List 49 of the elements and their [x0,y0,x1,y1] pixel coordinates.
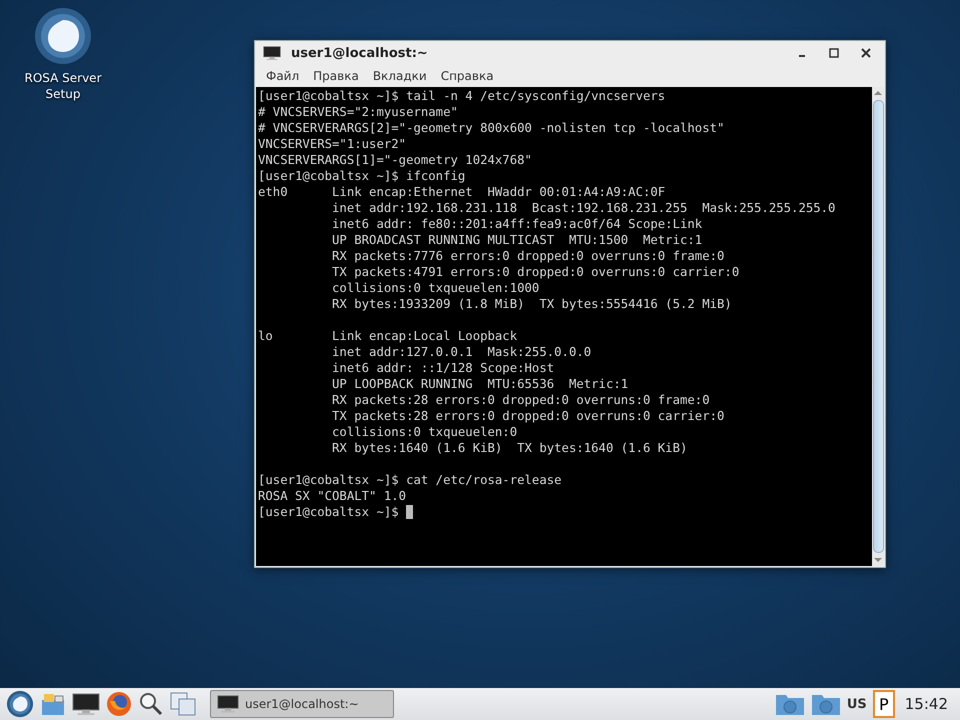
menu-item[interactable]: Справка [434,69,501,83]
terminal-line: lo Link encap:Local Loopback [258,328,518,344]
terminal-line: inet addr:192.168.231.118 Bcast:192.168.231.255 Mask:255.255.255.0 [331,200,836,216]
scroll-up-icon[interactable] [874,89,882,97]
taskbar-task-button[interactable]: user1@localhost:~ [210,690,394,718]
file-manager-icon[interactable] [40,692,66,716]
rosa-setup-icon[interactable] [33,6,93,66]
window-title: user1@localhost:~ [291,46,429,60]
menu-item[interactable]: Файл [259,69,306,83]
menu-item[interactable]: Вкладки [366,69,434,83]
terminal-line: UP LOOPBACK RUNNING MTU:65536 Metric:1 [331,376,628,392]
terminal-line: [user1@cobaltsx ~]$ tail -n 4 /etc/sysconfig/vncservers [258,88,666,104]
windows-icon[interactable] [170,692,196,716]
scroll-down-icon[interactable] [874,556,882,564]
terminal-line: RX packets:7776 errors:0 dropped:0 overruns:0 frame:0 [331,248,724,264]
menu-item[interactable]: Правка [306,69,366,83]
terminal-line: RX packets:28 errors:0 dropped:0 overruns:0 frame:0 [331,392,710,408]
terminal-launcher-icon[interactable] [72,692,100,716]
search-icon[interactable] [138,691,164,717]
terminal-line: VNCSERVERARGS[1]="-geometry 1024x768" [258,152,532,168]
terminal-icon [217,695,239,713]
terminal-line: [user1@cobaltsx ~]$ [258,504,399,520]
folder-icon[interactable] [810,692,841,716]
terminal-line: RX bytes:1933209 (1.8 MiB) TX bytes:5554416 (5.2 MiB) [331,296,732,312]
scrollbar[interactable] [872,87,884,566]
folder-icon[interactable] [774,692,805,716]
firefox-icon[interactable] [106,691,132,717]
terminal-line: inet addr:127.0.0.1 Mask:255.0.0.0 [331,344,592,360]
terminal-line: inet6 addr: ::1/128 Scope:Host [331,360,554,376]
terminal-line: [user1@cobaltsx ~]$ cat /etc/rosa-release [258,472,562,488]
terminal-line: ROSA SX "COBALT" 1.0 [258,488,406,504]
terminal-line: # VNCSERVERS="2:myusername" [258,104,458,120]
terminal-line: [user1@cobaltsx ~]$ ifconfig [258,168,466,184]
terminal-line: # VNCSERVERARGS[2]="-geometry 800x600 -nolisten tcp -localhost" [258,120,724,136]
terminal-line: RX bytes:1640 (1.6 KiB) TX bytes:1640 (1.6 KiB) [331,440,688,456]
desktop-icon-label[interactable]: ROSA Server Setup [23,70,103,102]
clock[interactable]: 15:42 [904,695,948,713]
terminal-line: TX packets:4791 errors:0 dropped:0 overruns:0 carrier:0 [331,264,740,280]
terminal-line: TX packets:28 errors:0 dropped:0 overruns:0 carrier:0 [331,408,724,424]
terminal-line: VNCSERVERS="1:user2" [258,136,406,152]
terminal-line: UP BROADCAST RUNNING MULTICAST MTU:1500 Metric:1 [331,232,702,248]
terminal-line: inet6 addr: fe80::201:a4ff:fea9:ac0f/64 Scope:Link [331,216,702,232]
terminal-line: eth0 Link encap:Ethernet HWaddr 00:01:A4:A9:AC:0F [258,184,666,200]
start-menu-icon[interactable] [6,690,34,718]
clipboard-indicator[interactable]: P [872,690,895,718]
keyboard-layout-indicator[interactable]: US [846,696,867,712]
terminal-line: collisions:0 txqueuelen:1000 [331,280,540,296]
terminal-icon [263,46,281,60]
terminal-line: collisions:0 txqueuelen:0 [331,424,518,440]
